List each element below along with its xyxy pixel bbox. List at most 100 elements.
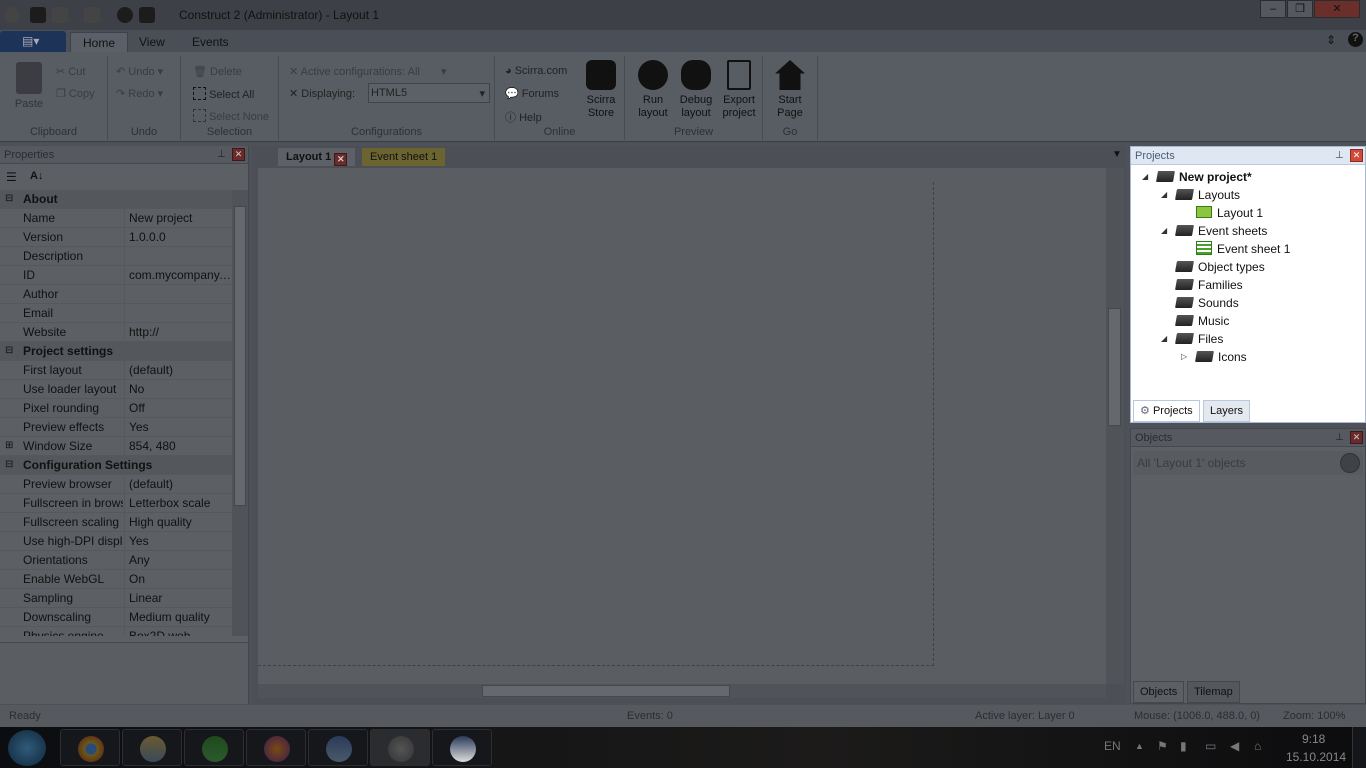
tab-objects[interactable]: Objects [1133, 681, 1185, 703]
property-value[interactable]: Yes [129, 532, 232, 550]
properties-scrollbar[interactable] [232, 190, 248, 636]
property-value[interactable]: 1.0.0.0 [129, 228, 232, 246]
maximize-button[interactable]: ❐ [1287, 0, 1313, 18]
close-tab-icon[interactable]: ✕ [334, 153, 348, 166]
tab-layout-1[interactable]: Layout 1 ✕ [278, 148, 356, 166]
ribbon-collapse-icon[interactable]: ⇕ [1326, 33, 1336, 47]
close-icon[interactable]: ✕ [232, 148, 245, 161]
tree-item[interactable]: Icons [1195, 348, 1247, 366]
run-layout-button[interactable]: Run layout [633, 60, 673, 120]
language-indicator[interactable]: EN [1104, 739, 1121, 753]
tab-view[interactable]: View [127, 32, 177, 52]
scirra-store-button[interactable]: Scirra Store [579, 60, 623, 120]
active-configurations-dropdown[interactable]: ✕ Active configurations: All ▾ [289, 65, 447, 78]
alphabetical-sort-icon[interactable]: A↓ [30, 170, 43, 182]
property-row[interactable]: First layout (default) [0, 361, 232, 380]
collapse-icon[interactable]: ⊟ [5, 456, 13, 474]
forums-link[interactable]: 💬 Forums [505, 87, 559, 100]
property-value[interactable]: 854, 480 [129, 437, 232, 455]
taskbar-chrome[interactable] [60, 729, 120, 766]
tree-item[interactable]: Object types [1175, 258, 1265, 276]
property-value[interactable]: Letterbox scale [129, 494, 232, 512]
taskbar-excel[interactable] [184, 729, 244, 766]
taskbar-explorer[interactable] [122, 729, 182, 766]
property-row[interactable]: Preview browser (default) [0, 475, 232, 494]
property-value[interactable]: (default) [129, 475, 232, 493]
power-icon[interactable]: ▮ [1180, 739, 1187, 753]
property-value[interactable]: Any [129, 551, 232, 569]
tab-layers[interactable]: Layers [1203, 400, 1251, 422]
up-folder-icon[interactable] [1340, 453, 1360, 473]
redo-button[interactable]: ↷ Redo ▾ [116, 87, 163, 100]
property-row[interactable]: Enable WebGL On [0, 570, 232, 589]
pin-icon[interactable]: ⊥ [1335, 432, 1344, 443]
taskbar-wordpad[interactable] [308, 729, 368, 766]
tree-item[interactable]: New project* [1156, 168, 1252, 186]
help-link[interactable]: ⓘ Help [505, 109, 542, 125]
export-project-button[interactable]: Export project [717, 60, 761, 120]
pin-icon[interactable]: ⊥ [217, 149, 226, 160]
collapse-arrow-icon[interactable]: ◢ [1161, 190, 1167, 199]
tree-item[interactable]: Sounds [1175, 294, 1239, 312]
action-center-icon[interactable]: ⚑ [1157, 739, 1168, 753]
select-all-button[interactable]: Select All [193, 87, 254, 101]
collapse-arrow-icon[interactable]: ◢ [1161, 226, 1167, 235]
collapse-arrow-icon[interactable]: ◢ [1161, 334, 1167, 343]
close-icon[interactable]: ✕ [1350, 149, 1363, 162]
property-row[interactable]: Pixel rounding Off [0, 399, 232, 418]
tab-list-icon[interactable]: ▼ [1112, 149, 1122, 160]
property-value[interactable]: On [129, 570, 232, 588]
taskbar-firefox[interactable] [246, 729, 306, 766]
property-row[interactable]: Preview effects Yes [0, 418, 232, 437]
property-value[interactable]: High quality [129, 513, 232, 531]
update-icon[interactable]: ⌂ [1254, 739, 1261, 753]
taskbar-construct2[interactable] [370, 729, 430, 766]
network-icon[interactable]: ▭ [1205, 739, 1216, 753]
tree-item[interactable]: Files [1175, 330, 1223, 348]
property-row[interactable]: Physics engine Box2D web [0, 627, 232, 636]
property-row[interactable]: ⊞ Window Size 854, 480 [0, 437, 232, 456]
property-row[interactable]: Email [0, 304, 232, 323]
start-button[interactable] [8, 730, 46, 766]
property-row[interactable]: ID com.mycompany.myapp [0, 266, 232, 285]
debug-layout-button[interactable]: Debug layout [675, 60, 717, 120]
canvas-vscroll[interactable] [1106, 168, 1124, 684]
property-value[interactable]: http:// [129, 323, 232, 341]
tree-item[interactable]: Event sheets [1175, 222, 1267, 240]
property-row[interactable]: Fullscreen in browser Letterbox scale [0, 494, 232, 513]
tree-item[interactable]: Layouts [1175, 186, 1240, 204]
property-value[interactable]: Off [129, 399, 232, 417]
tab-projects[interactable]: ⚙ Projects [1133, 400, 1200, 422]
layout-canvas[interactable] [258, 168, 1106, 684]
pin-icon[interactable]: ⊥ [1335, 150, 1344, 161]
property-category[interactable]: ⊟ About [0, 190, 232, 209]
taskbar-paint[interactable] [432, 729, 492, 766]
property-row[interactable]: Orientations Any [0, 551, 232, 570]
file-menu-button[interactable]: ▤▾ [0, 31, 66, 52]
tab-home[interactable]: Home [70, 32, 129, 52]
tree-item[interactable]: Families [1175, 276, 1243, 294]
help-icon[interactable]: ? [1348, 32, 1363, 47]
displaying-select[interactable]: HTML5 ▾ [368, 83, 490, 103]
app-gear-icon[interactable] [4, 7, 20, 23]
property-value[interactable]: Linear [129, 589, 232, 607]
property-value[interactable]: Box2D web [129, 627, 232, 636]
save-icon[interactable] [30, 7, 46, 23]
tab-tilemap[interactable]: Tilemap [1187, 681, 1240, 703]
property-row[interactable]: Author [0, 285, 232, 304]
expand-arrow-icon[interactable]: ▷ [1181, 352, 1187, 361]
close-icon[interactable]: ✕ [1350, 431, 1363, 444]
delete-button[interactable]: 🗑 Delete [193, 65, 242, 78]
property-row[interactable]: Use loader layout No [0, 380, 232, 399]
property-value[interactable]: Yes [129, 418, 232, 436]
show-desktop-button[interactable] [1352, 727, 1366, 768]
redo-icon[interactable] [84, 7, 100, 23]
property-row[interactable]: Downscaling Medium quality [0, 608, 232, 627]
property-value[interactable]: com.mycompany.myapp [129, 266, 232, 284]
close-button[interactable]: ✕ [1314, 0, 1360, 18]
volume-muted-icon[interactable]: ◀ [1230, 739, 1239, 753]
property-row[interactable]: Website http:// [0, 323, 232, 342]
scirra-link[interactable]: ◕ Scirra.com [505, 65, 567, 77]
debug-icon[interactable] [139, 7, 155, 23]
undo-icon[interactable] [52, 7, 68, 23]
